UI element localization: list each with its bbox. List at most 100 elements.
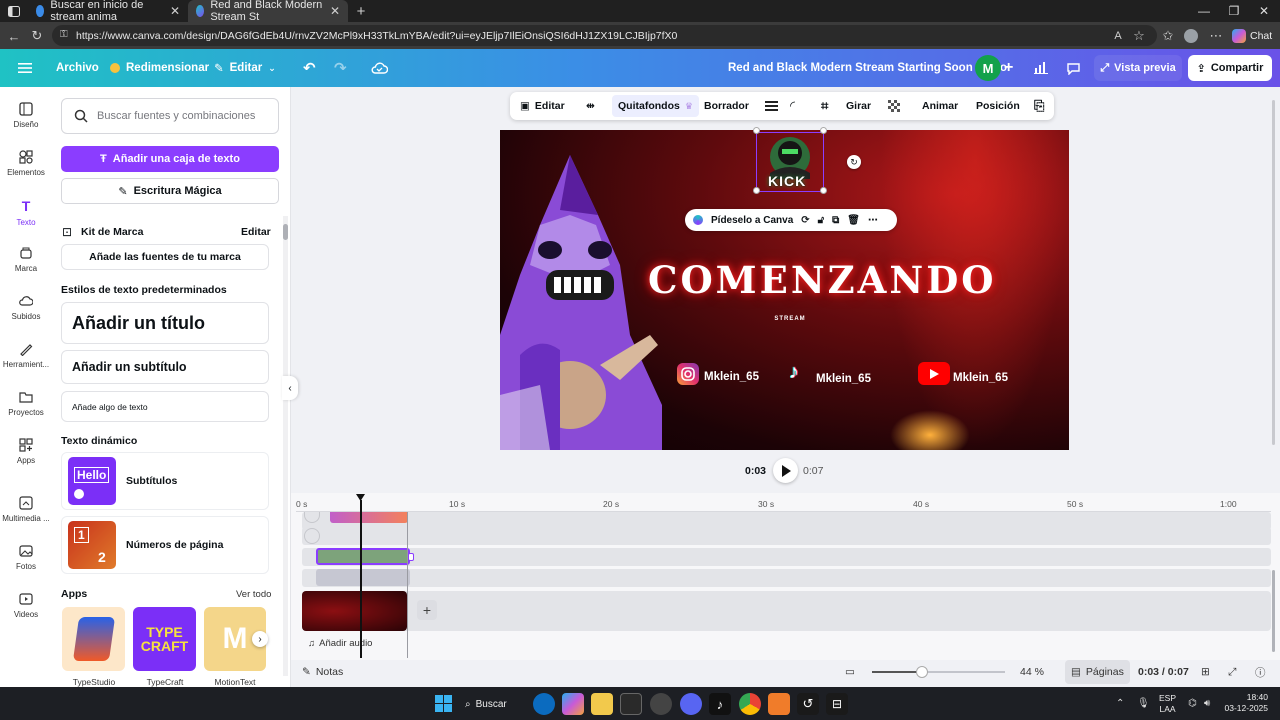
discord-icon[interactable] [680, 693, 702, 715]
lock-icon[interactable]: 🔓︎ [818, 215, 824, 226]
close-tab-icon[interactable]: ✕ [330, 4, 340, 18]
rail-item-text[interactable]: T Texto [0, 198, 52, 227]
file-explorer-icon[interactable] [591, 693, 613, 715]
rotate-handle-icon[interactable]: ↻ [847, 155, 861, 169]
close-window-icon[interactable]: ✕ [1246, 0, 1280, 22]
add-subtitle-card[interactable]: Añadir un subtítulo [61, 350, 269, 384]
crop-icon[interactable]: ⌗ [821, 92, 828, 120]
notes-button[interactable]: ✎ Notas [302, 660, 343, 684]
tab-actions-icon[interactable] [6, 4, 22, 18]
obs-icon[interactable] [650, 693, 672, 715]
volume-icon[interactable]: 🔊︎ [1204, 698, 1210, 709]
rail-item-projects[interactable]: Proyectos [0, 390, 52, 417]
clip-background-video[interactable] [302, 591, 407, 631]
close-tab-icon[interactable]: ✕ [170, 4, 180, 18]
favorites-icon[interactable]: ✩ [1160, 28, 1176, 44]
panel-scrollbar[interactable] [283, 216, 288, 676]
flip-icon[interactable]: ⇹ [586, 92, 595, 120]
new-tab-button[interactable]: + [352, 2, 370, 20]
tray-overflow-icon[interactable]: ⌃ [1116, 698, 1124, 709]
magic-write-button[interactable]: ✎ Escritura Mágica [61, 178, 279, 204]
resize-handle[interactable] [753, 127, 760, 134]
profile-avatar[interactable] [1184, 29, 1198, 43]
typecraft-app-thumbnail[interactable]: TYPE CRAFT [133, 607, 196, 671]
play-button[interactable] [773, 458, 798, 483]
refresh-icon[interactable]: ↻ [29, 28, 45, 44]
rail-item-design[interactable]: Diseño [0, 102, 52, 129]
more-options-icon[interactable]: ⋯ [868, 215, 878, 226]
stream-subtext[interactable]: STREAM [770, 316, 810, 322]
capcut-icon[interactable]: ↺ [797, 693, 819, 715]
hamburger-menu-icon[interactable] [18, 49, 32, 87]
fit-screen-icon[interactable]: ▭ [845, 660, 855, 684]
cloud-saved-icon[interactable] [371, 49, 388, 87]
refresh-ai-icon[interactable]: ⟳ [801, 215, 809, 226]
ask-canva-button[interactable]: Pídeselo a Canva [711, 215, 793, 226]
tab-canva[interactable]: Red and Black Modern Stream St ✕ [188, 0, 348, 23]
share-button[interactable]: ⇪ Compartir [1188, 55, 1272, 81]
page-numbers-item[interactable]: 1 2 Números de página [61, 516, 269, 574]
font-search-input[interactable]: Buscar fuentes y combinaciones [61, 98, 279, 134]
border-style-icon[interactable] [765, 92, 778, 120]
edge-icon[interactable] [533, 693, 555, 715]
copilot-icon[interactable] [562, 693, 584, 715]
add-textbox-button[interactable]: Ŧ Añadir una caja de texto [61, 146, 279, 172]
fullscreen-icon[interactable]: ⤢ [1228, 660, 1236, 684]
rail-item-uploads[interactable]: Subidos [0, 294, 52, 321]
panel-scroll-thumb[interactable] [283, 224, 288, 240]
transparency-icon[interactable] [888, 92, 901, 120]
playhead[interactable] [360, 500, 362, 658]
site-info-icon[interactable]: ⚿ [60, 29, 68, 40]
brand-fonts-button[interactable]: Añade las fuentes de tu marca [61, 244, 269, 270]
typestudio-app-thumbnail[interactable] [62, 607, 125, 671]
undo-icon[interactable]: ↶ [303, 49, 316, 87]
clock[interactable]: 18:40 03-12-2025 [1222, 692, 1268, 714]
eraser-button[interactable]: Borrador [704, 92, 749, 120]
tiktok-handle[interactable]: Mklein_65 [816, 373, 871, 385]
paint-format-icon[interactable]: ⎘ [1034, 92, 1044, 120]
add-collaborator-icon[interactable]: + [1004, 49, 1013, 87]
subtitles-item[interactable]: Hello Subtítulos [61, 452, 269, 510]
store-icon[interactable] [620, 693, 642, 715]
instagram-handle[interactable]: Mklein_65 [704, 371, 759, 383]
user-avatar[interactable]: M [975, 55, 1001, 81]
rotate-button[interactable]: Girar [846, 92, 871, 120]
add-body-card[interactable]: Añade algo de texto [61, 391, 269, 422]
clip-kick-logo-selected[interactable] [316, 548, 410, 565]
duplicate-icon[interactable]: ⧉ [832, 215, 839, 226]
zoom-level[interactable]: 44 % [1020, 660, 1044, 684]
design-title[interactable]: Red and Black Modern Stream Starting Soo… [728, 49, 1007, 87]
windows-start-icon[interactable] [435, 695, 452, 712]
help-icon[interactable]: ⓘ [1255, 660, 1266, 684]
resize-handle[interactable] [820, 187, 827, 194]
track-handle[interactable] [304, 528, 320, 544]
resize-handle[interactable] [820, 127, 827, 134]
chrome-icon[interactable] [739, 693, 761, 715]
edit-image-button[interactable]: ▣ Editar [520, 92, 565, 120]
redo-icon[interactable]: ↷ [334, 49, 347, 87]
capcut-alt-icon[interactable]: ⊟ [826, 693, 848, 715]
corner-rounding-icon[interactable]: ◜ [790, 92, 795, 120]
rail-item-tools[interactable]: Herramient... [0, 342, 52, 369]
file-menu[interactable]: Archivo [56, 49, 99, 87]
headline-text[interactable]: COMENZANDO [648, 258, 994, 302]
network-icon[interactable]: ⌬ [1188, 698, 1197, 709]
rail-item-photos[interactable]: Fotos [0, 544, 52, 571]
add-page-button[interactable]: + [417, 600, 437, 620]
insights-icon[interactable] [1034, 49, 1048, 87]
apps-next-arrow[interactable]: › [252, 631, 268, 647]
rail-item-media[interactable]: Multimedia ... [0, 496, 52, 523]
clip-trim-handle[interactable] [408, 553, 414, 561]
more-menu-icon[interactable]: ⋯ [1208, 28, 1224, 44]
brand-kit-edit-link[interactable]: Editar [241, 226, 271, 238]
rail-item-brand[interactable]: Marca [0, 246, 52, 273]
position-button[interactable]: Posición [976, 92, 1020, 120]
see-all-apps-link[interactable]: Ver todo [236, 589, 271, 600]
design-canvas[interactable]: KICK COMENZANDO STREAM Mklein_65 ♪ Mklei… [500, 130, 1069, 450]
timeline-scrollbar[interactable] [1272, 570, 1275, 652]
tab-search[interactable]: Buscar en inicio de stream anima ✕ [28, 0, 188, 23]
preview-button[interactable]: ⤢ Vista previa [1094, 55, 1182, 81]
rail-item-apps[interactable]: Apps [0, 438, 52, 465]
youtube-handle[interactable]: Mklein_65 [953, 372, 1008, 384]
bg-remover-button[interactable]: Quitafondos ♛ [612, 95, 699, 117]
